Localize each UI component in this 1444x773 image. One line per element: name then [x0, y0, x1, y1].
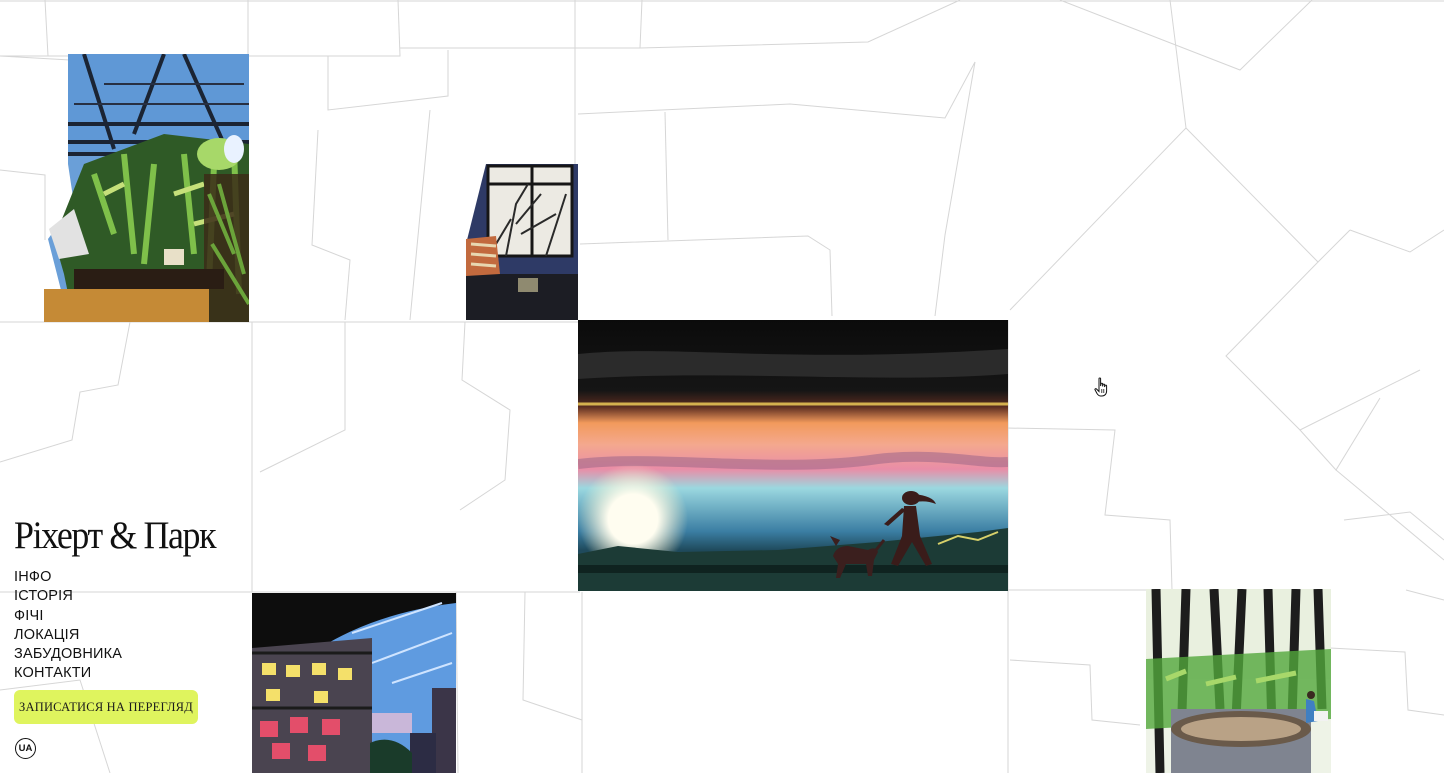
illustration-building [252, 593, 456, 773]
nav-item-features[interactable]: ФІЧІ [14, 607, 122, 626]
brand-logo[interactable]: Ріхерт & Парк [14, 516, 217, 555]
nav-item-developer[interactable]: ЗАБУДОВНИКА [14, 645, 122, 664]
language-switcher[interactable]: UA [15, 738, 36, 759]
nav-item-contacts[interactable]: КОНТАКТИ [14, 664, 122, 683]
nav-item-location[interactable]: ЛОКАЦІЯ [14, 626, 122, 645]
illustration-greenhouse [44, 54, 249, 322]
illustration-sunset-runner [578, 314, 1008, 591]
illustration-window-interior [466, 164, 578, 320]
nav-item-info[interactable]: ІНФО [14, 568, 122, 587]
main-nav: ІНФО ІСТОРІЯ ФІЧІ ЛОКАЦІЯ ЗАБУДОВНИКА КО… [14, 568, 122, 684]
hand-cursor-icon [1094, 377, 1108, 397]
illustration-park [1146, 589, 1331, 773]
book-viewing-button[interactable]: ЗАПИСАТИСЯ НА ПЕРЕГЛЯД [14, 690, 198, 724]
nav-item-history[interactable]: ІСТОРІЯ [14, 587, 122, 606]
